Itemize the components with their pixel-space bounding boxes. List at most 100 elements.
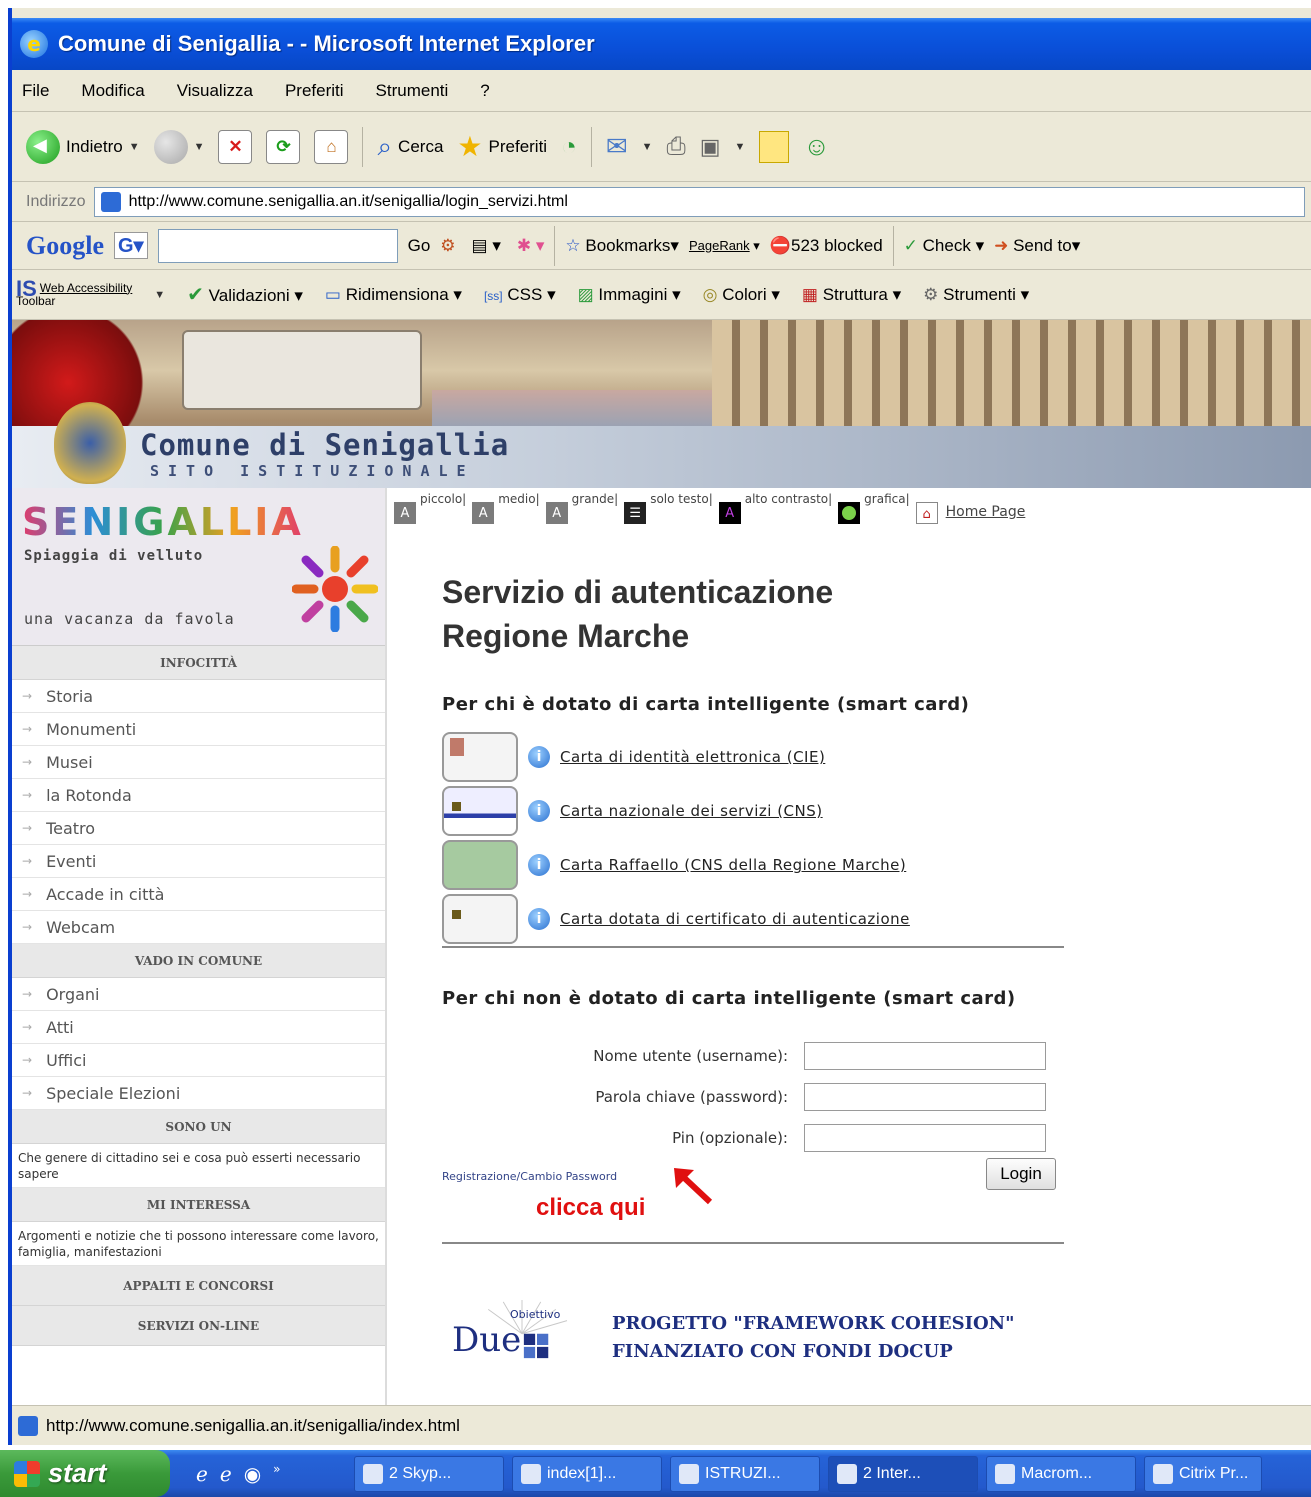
menu-preferiti[interactable]: Preferiti bbox=[285, 81, 344, 101]
ie-quicklaunch-icon-2[interactable]: ℯ bbox=[220, 1462, 232, 1486]
info-icon[interactable]: i bbox=[528, 854, 550, 876]
info-icon[interactable]: i bbox=[528, 800, 550, 822]
nav-eventi[interactable]: → Eventi bbox=[12, 845, 385, 878]
search-button[interactable]: ⌕ Cerca bbox=[377, 131, 443, 163]
password-input[interactable] bbox=[804, 1083, 1046, 1111]
back-button[interactable]: Indietro ▼ bbox=[26, 129, 140, 164]
nav-uffici[interactable]: → Uffici bbox=[12, 1044, 385, 1077]
option-piccolo[interactable]: Apiccolo | bbox=[394, 492, 466, 524]
menu-help[interactable]: ? bbox=[480, 81, 489, 101]
task-istruzioni[interactable]: ISTRUZI... bbox=[670, 1455, 820, 1492]
forward-button[interactable]: ▼ bbox=[153, 129, 204, 164]
nocard-heading: Per chi non è dotato di carta intelligen… bbox=[442, 988, 1016, 1009]
login-button[interactable]: Login bbox=[986, 1158, 1056, 1190]
nav-speciale-elezioni[interactable]: → Speciale Elezioni bbox=[12, 1077, 385, 1110]
chevron-right-icon[interactable]: » bbox=[273, 1462, 280, 1486]
task-citrix[interactable]: Citrix Pr... bbox=[1144, 1455, 1262, 1492]
toolbar-separator bbox=[554, 225, 556, 266]
section-appalti-e-concorsi[interactable]: APPALTI E CONCORSI bbox=[12, 1266, 385, 1306]
chevron-down-icon[interactable]: ▼ bbox=[735, 141, 746, 153]
nav-atti[interactable]: → Atti bbox=[12, 1011, 385, 1044]
task-label: 2 Skyp... bbox=[389, 1464, 452, 1482]
favorites-button[interactable]: ★ Preferiti bbox=[457, 130, 547, 163]
pagerank-button[interactable]: PageRank ▾ bbox=[689, 238, 760, 254]
nav-la-rotonda[interactable]: → la Rotonda bbox=[12, 779, 385, 812]
home-icon: ⌂ bbox=[915, 502, 938, 524]
home-button[interactable]: ⌂ bbox=[314, 129, 349, 164]
address-input[interactable]: http://www.comune.senigallia.an.it/senig… bbox=[93, 186, 1305, 217]
task-skype[interactable]: 2 Skyp... bbox=[354, 1455, 504, 1492]
username-input[interactable] bbox=[804, 1042, 1046, 1070]
pin-input[interactable] bbox=[804, 1124, 1046, 1152]
option-solo-testo[interactable]: ☰ solo testo | bbox=[624, 492, 713, 524]
option-grande[interactable]: Agrande | bbox=[545, 492, 618, 524]
menu-strumenti[interactable]: Strumenti bbox=[376, 81, 449, 101]
task-macromedia[interactable]: Macrom... bbox=[986, 1455, 1136, 1492]
card-cie-link[interactable]: Carta di identità elettronica (CIE) bbox=[560, 748, 825, 766]
nav-webcam[interactable]: → Webcam bbox=[12, 911, 385, 944]
register-link[interactable]: Registrazione/Cambio Password bbox=[442, 1170, 617, 1183]
history-icon[interactable]: ◔ bbox=[561, 131, 577, 162]
print-icon[interactable]: ⎙ bbox=[667, 133, 686, 161]
nav-monumenti[interactable]: → Monumenti bbox=[12, 713, 385, 746]
section-mi-interessa[interactable]: MI INTERESSA bbox=[12, 1188, 385, 1222]
news-icon[interactable]: ▤ ▾ bbox=[472, 236, 501, 256]
start-button[interactable]: start bbox=[0, 1450, 170, 1497]
site-title[interactable]: Comune di Senigallia bbox=[140, 428, 509, 462]
card-certificato-link[interactable]: Carta dotata di certificato di autentica… bbox=[560, 910, 910, 928]
menu-visualizza[interactable]: Visualizza bbox=[177, 81, 253, 101]
stop-button[interactable]: ✕ bbox=[218, 129, 253, 164]
refresh-button[interactable]: ⟳ bbox=[266, 129, 301, 164]
wat-logo-line2: Toolbar bbox=[16, 293, 56, 308]
option-grafica[interactable]: grafica | bbox=[838, 492, 910, 524]
main-content: Apiccolo | Amedio | Agrande | ☰ solo testo | … bbox=[390, 488, 1311, 1405]
task-index[interactable]: index[1]... bbox=[512, 1455, 662, 1492]
chevron-down-icon[interactable]: ▼ bbox=[154, 289, 165, 301]
wat-validazioni[interactable]: ✔ Validazioni ▾ bbox=[187, 282, 303, 307]
wat-colori[interactable]: ◎ Colori ▾ bbox=[703, 285, 780, 305]
task-internet-explorer[interactable]: 2 Inter... bbox=[828, 1455, 978, 1492]
card-cns-link[interactable]: Carta nazionale dei servizi (CNS) bbox=[560, 802, 823, 820]
options-icon[interactable]: ⚙ bbox=[440, 236, 455, 256]
google-go-button[interactable]: Go bbox=[408, 236, 431, 256]
google-search-input[interactable] bbox=[157, 228, 398, 263]
messenger-icon[interactable]: ☺ bbox=[803, 131, 830, 162]
nav-musei[interactable]: → Musei bbox=[12, 746, 385, 779]
chevron-down-icon[interactable]: ▼ bbox=[642, 141, 653, 153]
nav-accade-in-citta[interactable]: → Accade in città bbox=[12, 878, 385, 911]
section-servizi-on-line[interactable]: SERVIZI ON-LINE bbox=[12, 1306, 385, 1346]
wat-strumenti[interactable]: ⚙ Strumenti ▾ bbox=[923, 285, 1029, 305]
promo-slogan: una vacanza da favola bbox=[24, 610, 235, 628]
check-button[interactable]: ✓ Check ▾ bbox=[904, 236, 984, 256]
bookmarks-button[interactable]: ☆ Bookmarks▾ bbox=[565, 236, 679, 256]
popup-blocker-button[interactable]: ⛔523 blocked bbox=[770, 236, 883, 256]
wat-struttura[interactable]: ▦ Struttura ▾ bbox=[802, 285, 901, 305]
nav-teatro[interactable]: → Teatro bbox=[12, 812, 385, 845]
wat-css[interactable]: [ss] CSS ▾ bbox=[484, 285, 556, 305]
nav-organi[interactable]: → Organi bbox=[12, 978, 385, 1011]
ie-quicklaunch-icon[interactable]: ℯ bbox=[196, 1462, 208, 1486]
menu-modifica[interactable]: Modifica bbox=[81, 81, 144, 101]
google-g-icon[interactable]: G▾ bbox=[114, 232, 148, 259]
wat-immagini[interactable]: ▨ Immagini ▾ bbox=[578, 285, 681, 305]
section-sono-un[interactable]: SONO UN bbox=[12, 1110, 385, 1144]
option-alto-contrasto[interactable]: Aalto contrasto | bbox=[718, 492, 832, 524]
wat-ridimensiona[interactable]: ▭ Ridimensiona ▾ bbox=[325, 285, 462, 305]
menu-file[interactable]: File bbox=[22, 81, 49, 101]
option-label: piccolo bbox=[420, 492, 463, 506]
send-to-button[interactable]: ➜ Send to▾ bbox=[994, 236, 1080, 256]
wat-ridimensiona-label: Ridimensiona bbox=[345, 284, 449, 304]
card-raffaello-link[interactable]: Carta Raffaello (CNS della Regione March… bbox=[560, 856, 906, 874]
info-icon[interactable]: i bbox=[528, 746, 550, 768]
option-medio[interactable]: Amedio | bbox=[472, 492, 540, 524]
nav-label: Uffici bbox=[46, 1050, 87, 1070]
mail-icon[interactable]: ✉ bbox=[606, 131, 628, 162]
edit-icon[interactable]: ▣ bbox=[700, 134, 721, 160]
nav-storia[interactable]: → Storia bbox=[12, 680, 385, 713]
home-page-link[interactable]: ⌂ Home Page bbox=[915, 492, 1025, 524]
promo-banner[interactable]: SENIGALLIA Spiaggia di velluto una vacan… bbox=[12, 488, 385, 646]
info-icon[interactable]: i bbox=[528, 908, 550, 930]
app-quicklaunch-icon[interactable]: ◉ bbox=[244, 1462, 261, 1486]
notes-icon[interactable] bbox=[759, 130, 790, 163]
puzzle-icon[interactable]: ✱ ▾ bbox=[517, 236, 545, 256]
